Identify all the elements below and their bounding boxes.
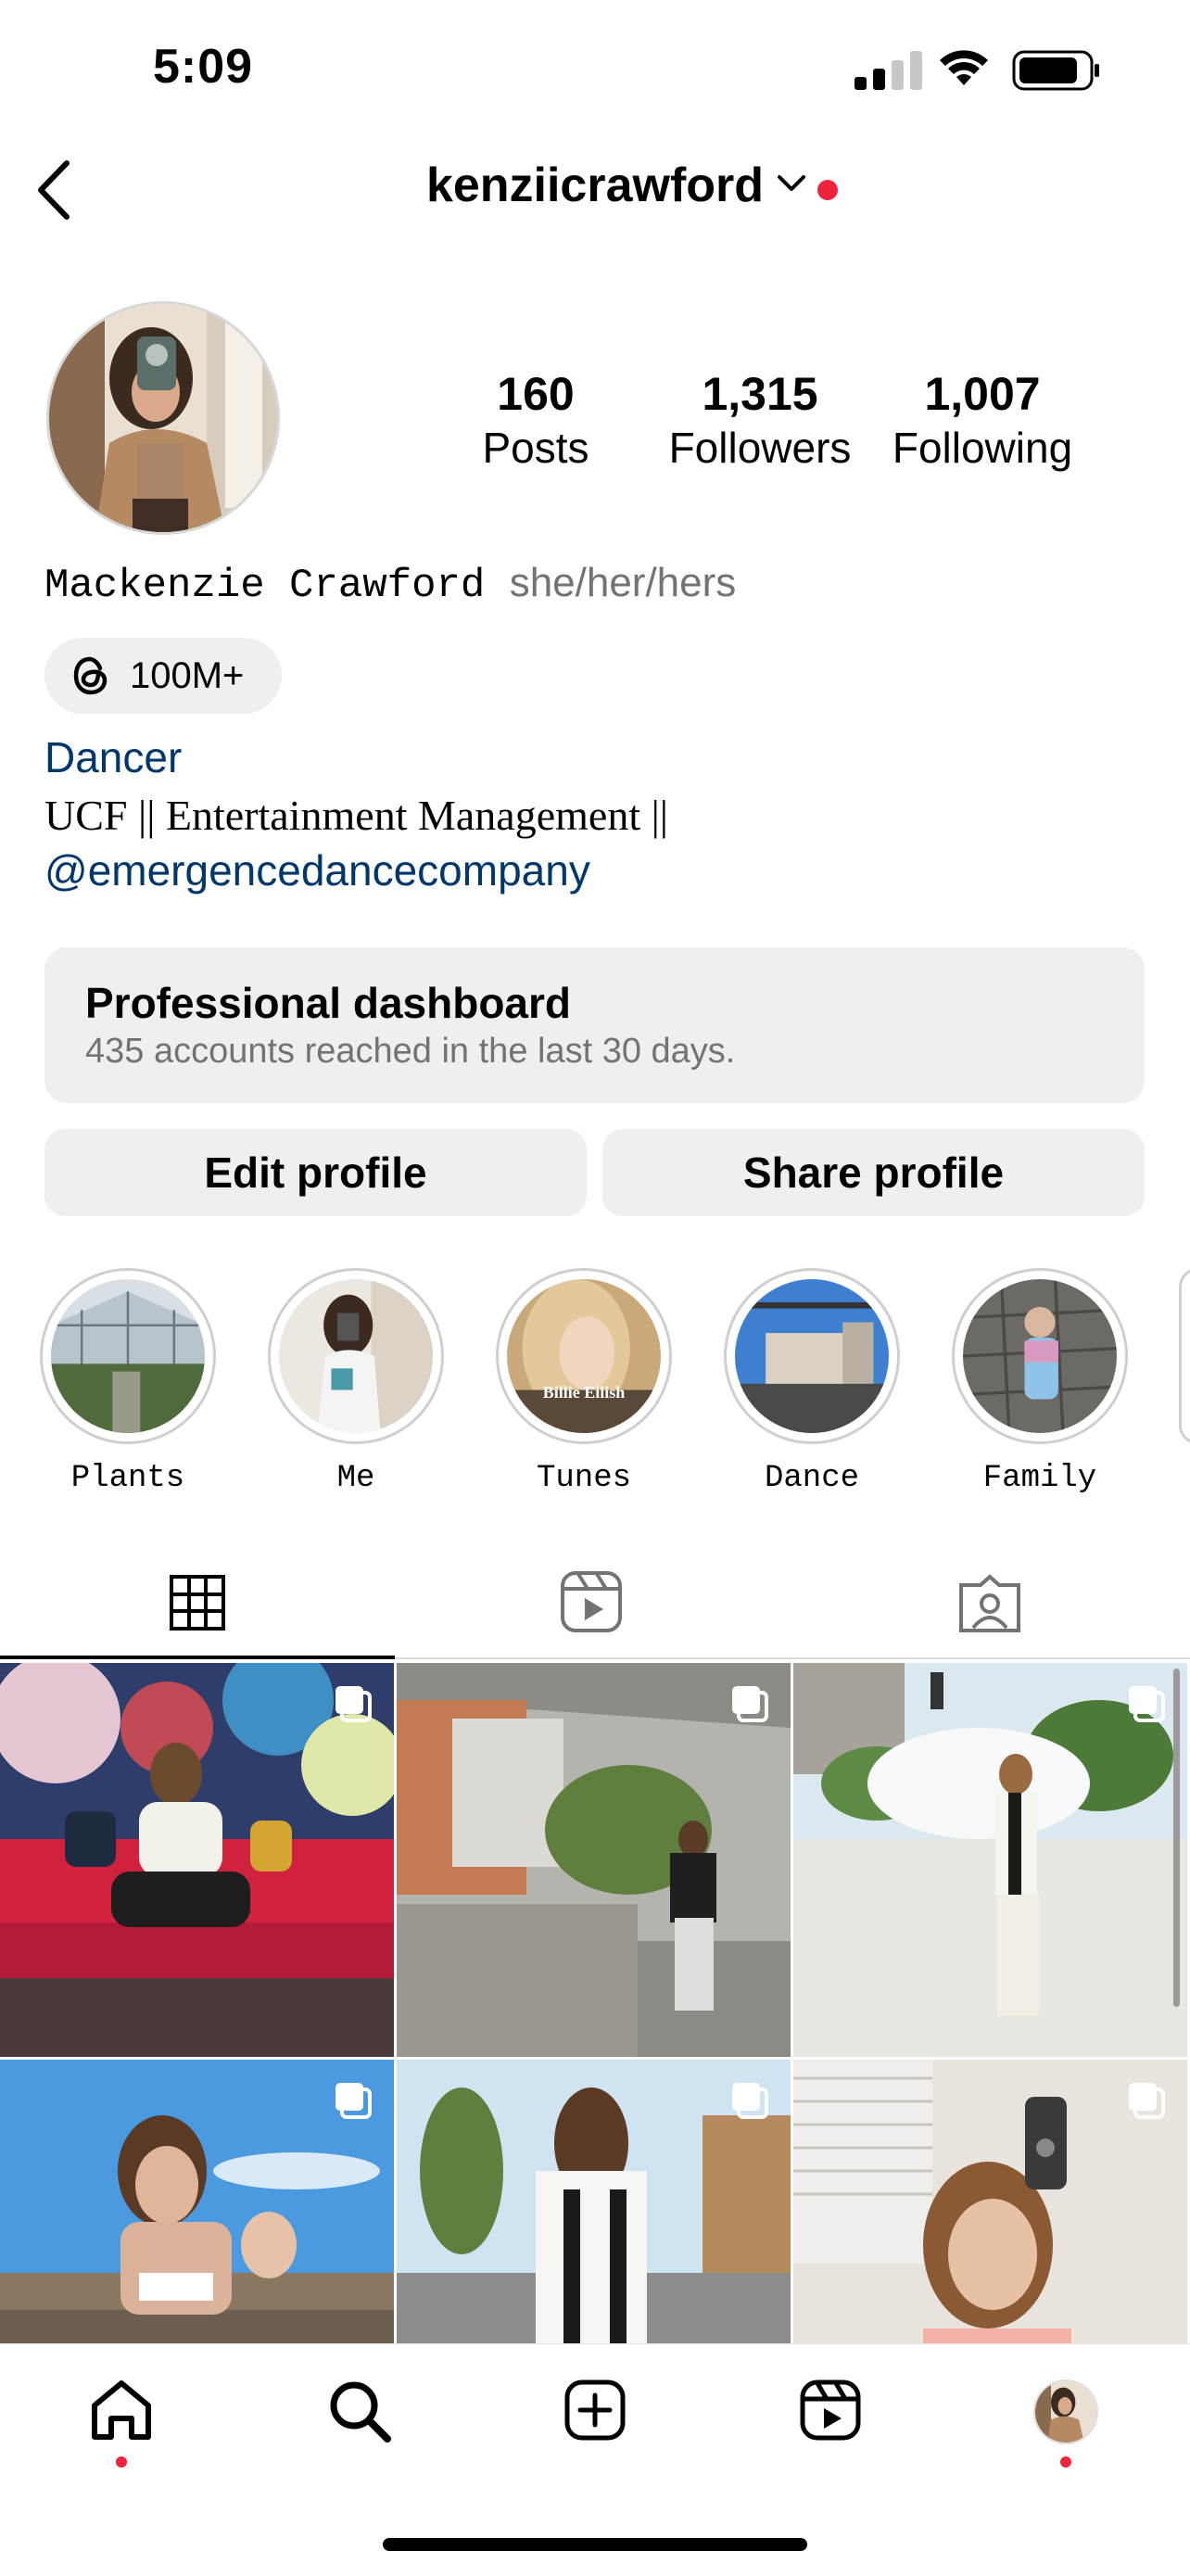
dashboard-title: Professional dashboard (85, 979, 572, 1027)
multi-post-icon (1129, 1686, 1165, 1722)
reels-nav-icon[interactable] (799, 2379, 862, 2442)
bio-mention-link[interactable]: @emergencedancecompany (44, 845, 590, 895)
highlight-label: Family (982, 1461, 1097, 1496)
grid-post[interactable] (0, 1663, 394, 2057)
highlight-label: Plants (70, 1461, 185, 1496)
create-icon[interactable] (563, 2379, 627, 2442)
chevron-down-icon[interactable] (777, 174, 806, 193)
highlight-cover-image (279, 1279, 433, 1433)
search-icon[interactable] (326, 2378, 393, 2444)
home-icon[interactable] (89, 2378, 154, 2443)
tagged-icon[interactable] (958, 1574, 1021, 1633)
highlight-cover-image (507, 1279, 661, 1433)
dashboard-subtitle: 435 accounts reached in the last 30 days… (85, 1032, 736, 1071)
battery-icon (1012, 50, 1099, 91)
status-time: 5:09 (153, 40, 254, 94)
bio-text: UCF || Entertainment Management || (44, 792, 669, 839)
following-label: Following (892, 424, 1073, 472)
threads-count: 100M+ (130, 654, 245, 696)
grid-post[interactable] (793, 1663, 1187, 2057)
notification-dot (817, 180, 839, 200)
followers-stat[interactable]: 1,315 Followers (658, 366, 862, 474)
wifi-icon (940, 50, 988, 85)
multi-post-icon (732, 1686, 768, 1722)
following-stat[interactable]: 1,007 Following (880, 366, 1084, 474)
posts-label: Posts (482, 424, 589, 472)
cellular-signal-icon (855, 51, 922, 90)
multi-post-icon (335, 1686, 372, 1722)
highlight-label: Me (336, 1461, 375, 1496)
grid-post[interactable] (397, 1663, 791, 2057)
threads-badge[interactable]: 100M+ (44, 638, 282, 714)
highlight-me[interactable]: Me (268, 1268, 444, 1496)
highlight-cover-text: Billie Eilish (542, 1383, 626, 1402)
following-count: 1,007 (924, 368, 1041, 420)
home-notification-dot (116, 2456, 127, 2468)
profile-avatar[interactable] (46, 301, 280, 535)
highlight-label: Tunes (536, 1461, 632, 1496)
reels-icon[interactable] (560, 1570, 623, 1633)
multi-post-icon (335, 2083, 372, 2119)
highlight-cover-image (51, 1279, 205, 1433)
active-tab-indicator (0, 1656, 395, 1659)
edit-profile-button[interactable]: Edit profile (44, 1129, 587, 1216)
profile-category: Dancer (44, 733, 183, 781)
profile-name-line: Mackenzie Crawford she/her/hers (44, 560, 736, 609)
highlight-cover-image (963, 1279, 1117, 1433)
scroll-indicator (1173, 1669, 1180, 2007)
followers-count: 1,315 (702, 368, 818, 420)
highlight-tunes[interactable]: Billie Eilish Tunes (496, 1268, 672, 1496)
highlight-label: Dance (764, 1461, 860, 1496)
highlight-plants[interactable]: Plants (40, 1268, 216, 1496)
highlight-partial[interactable] (1179, 1268, 1190, 1444)
share-profile-button[interactable]: Share profile (602, 1129, 1145, 1216)
grid-icon[interactable] (169, 1574, 226, 1631)
highlight-dance[interactable]: Dance (724, 1268, 900, 1496)
posts-stat[interactable]: 160 Posts (471, 366, 601, 474)
highlight-cover-image (735, 1279, 889, 1433)
profile-avatar-icon[interactable] (1033, 2379, 1098, 2444)
highlight-family[interactable]: Family (952, 1268, 1128, 1496)
threads-icon (73, 656, 108, 695)
home-indicator (383, 2538, 807, 2551)
multi-post-icon (1129, 2083, 1165, 2119)
multi-post-icon (732, 2083, 768, 2119)
full-name: Mackenzie Crawford (44, 563, 486, 609)
profile-username-header[interactable]: kenziicrawford (0, 158, 1190, 213)
followers-label: Followers (668, 424, 852, 472)
username-label: kenziicrawford (425, 159, 765, 212)
profile-notification-dot (1060, 2456, 1071, 2468)
pronouns: she/her/hers (509, 560, 737, 605)
posts-count: 160 (497, 368, 575, 420)
professional-dashboard[interactable]: Professional dashboard 435 accounts reac… (44, 947, 1145, 1103)
